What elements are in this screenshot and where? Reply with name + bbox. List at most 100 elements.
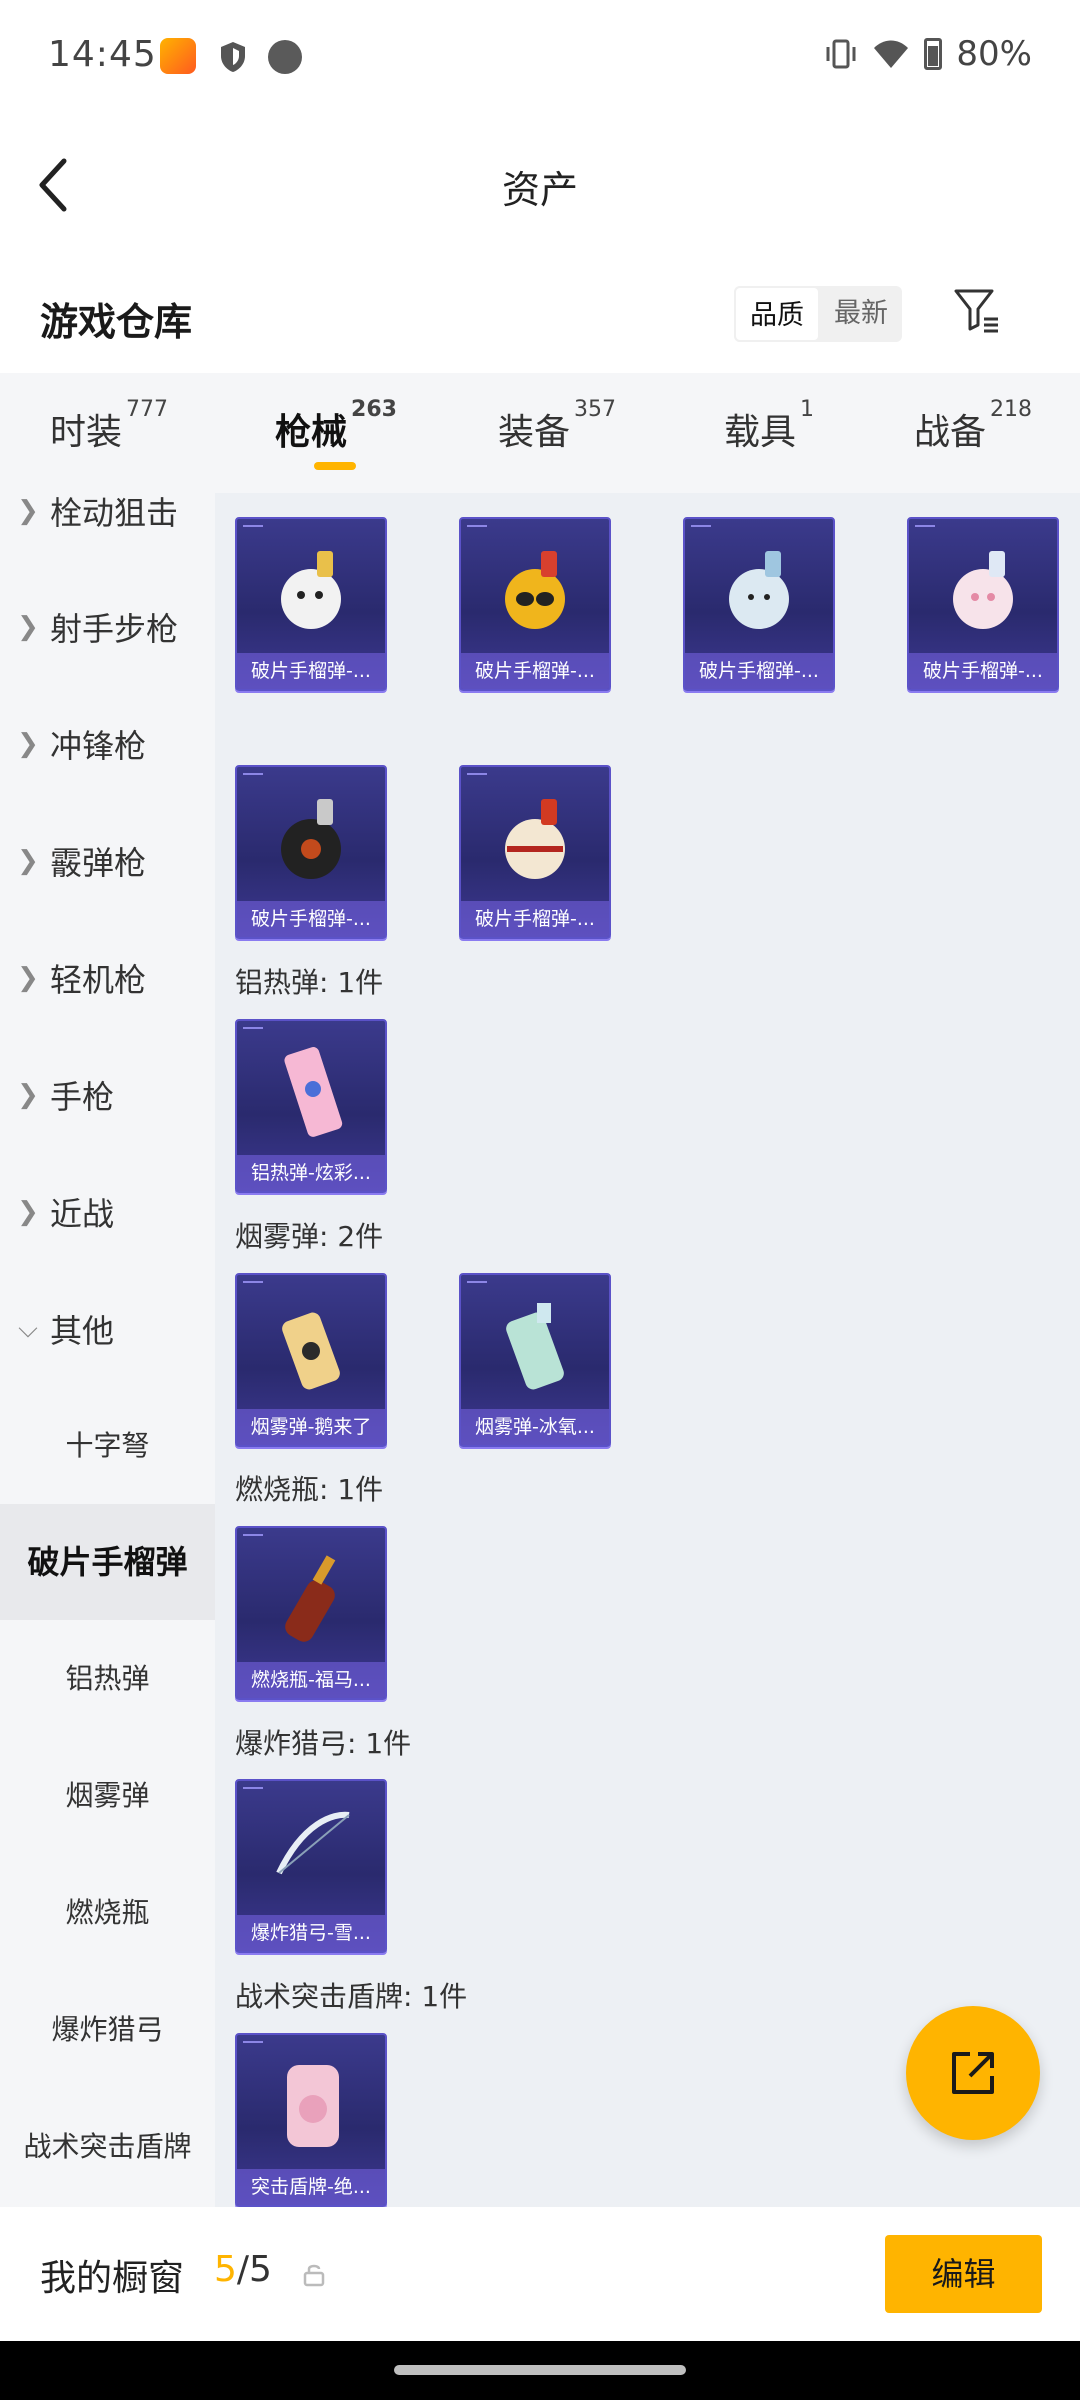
item-card[interactable]: 破片手榴弹-... [459,765,611,939]
tab-fashion[interactable]: 时装777 [50,397,168,455]
tab-label: 时装 [50,412,123,453]
chevron-right-icon: ❯ [17,963,39,993]
item-card[interactable]: 爆炸猎弓-雪... [235,1779,387,1953]
showcase-count-current: 5 [214,2249,237,2290]
card-decoration [243,1027,263,1029]
shield-skin-icon [287,2065,339,2147]
sidebar-subitem-thermite[interactable]: 铝热弹 [0,1621,215,1737]
sidebar-subitem-explosive-bow[interactable]: 爆炸猎弓 [0,1972,215,2088]
group-title: 铝热弹: 1件 [235,966,384,999]
item-card[interactable]: 烟雾弹-鹅来了 [235,1273,387,1447]
chevron-down-icon: ⌵ [18,1313,38,1344]
tab-label: 战备 [914,412,987,453]
vibrate-icon [826,39,856,69]
tab-combat-supplies[interactable]: 战备218 [914,397,1032,455]
sidebar-subitem-molotov[interactable]: 燃烧瓶 [0,1855,215,1971]
item-name: 突击盾牌-绝... [237,2169,385,2205]
sidebar-item-marksman-rifle[interactable]: ❯ 射手步枪 [0,569,215,685]
grenade-skin-icon [505,799,565,879]
group-title: 烟雾弹: 2件 [235,1220,384,1253]
sidebar-subitem-frag-grenade[interactable]: 破片手榴弹 [0,1504,215,1620]
sidebar-item-label: 霰弹枪 [50,844,147,882]
tab-label: 载具 [724,412,797,453]
external-link-icon [952,2052,994,2094]
sidebar-item-shotgun[interactable]: ❯ 霰弹枪 [0,803,215,919]
card-decoration [243,773,263,775]
sort-option-quality[interactable]: 品质 [734,286,820,342]
item-card[interactable]: 破片手榴弹-... [459,517,611,691]
home-gesture-handle[interactable] [394,2365,686,2375]
smoke-grenade-skin-icon [282,1312,340,1390]
item-card[interactable]: 铝热弹-炫彩... [235,1019,387,1193]
sidebar-item-label: 栓动狙击 [50,494,179,532]
group-title: 燃烧瓶: 1件 [235,1473,384,1506]
section-header: 游戏仓库 品质 最新 [0,255,1080,373]
sidebar-item-pistol[interactable]: ❯ 手枪 [0,1037,215,1153]
tab-label: 装备 [498,412,571,453]
sidebar-item-smg[interactable]: ❯ 冲锋枪 [0,686,215,802]
tab-count: 263 [351,397,397,422]
category-tabs: 时装777 枪械263 装备357 载具1 战备218 [0,373,1080,493]
item-card[interactable]: 破片手榴弹-... [235,765,387,939]
tab-equipment[interactable]: 装备357 [498,397,616,455]
system-nav-bar [0,2341,1080,2400]
card-decoration [467,525,487,527]
edit-button[interactable]: 编辑 [885,2235,1042,2313]
sidebar-subitem-crossbow[interactable]: 十字弩 [0,1388,215,1504]
sidebar-subitem-assault-shield[interactable]: 战术突击盾牌 [0,2089,215,2205]
card-decoration [691,525,711,527]
item-card[interactable]: 破片手榴弹-... [235,517,387,691]
card-decoration [467,773,487,775]
item-name: 破片手榴弹-... [461,653,609,689]
chevron-right-icon: ❯ [17,846,39,876]
sidebar-item-label: 近战 [50,1195,115,1233]
showcase-count-total: 5 [249,2249,272,2290]
tab-firearms[interactable]: 枪械263 [275,397,397,455]
showcase-label: 我的橱窗 [40,2258,185,2299]
sidebar-item-other[interactable]: ⌵ 其他 [0,1271,215,1387]
grenade-skin-icon [281,551,341,629]
sidebar-item-label: 冲锋枪 [50,727,147,765]
sidebar-item-lmg[interactable]: ❯ 轻机枪 [0,920,215,1036]
item-name: 烟雾弹-冰氧... [461,1409,609,1445]
active-tab-indicator [314,462,356,470]
bow-skin-icon [276,1811,350,1875]
battery-icon [924,38,943,70]
filter-icon[interactable] [952,285,1002,335]
item-card[interactable]: 破片手榴弹-... [907,517,1059,691]
item-card[interactable]: 烟雾弹-冰氧... [459,1273,611,1447]
card-decoration [243,2041,263,2043]
showcase-bar: 我的橱窗 5/5 编辑 [0,2207,1080,2341]
card-decoration [243,1787,263,1789]
sidebar-subitem-smoke[interactable]: 烟雾弹 [0,1738,215,1854]
item-name: 烟雾弹-鹅来了 [237,1409,385,1445]
item-name: 爆炸猎弓-雪... [237,1915,385,1951]
item-card[interactable]: 突击盾牌-绝... [235,2033,387,2207]
item-card[interactable]: 破片手榴弹-... [683,517,835,691]
grenade-skin-icon [281,799,341,879]
sidebar-item-label: 手枪 [50,1078,115,1116]
card-decoration [243,1281,263,1283]
tab-count: 357 [574,397,617,422]
sidebar-item-melee[interactable]: ❯ 近战 [0,1154,215,1270]
item-name: 破片手榴弹-... [685,653,833,689]
tab-count: 1 [800,397,815,422]
tab-count: 777 [126,397,169,422]
group-title: 爆炸猎弓: 1件 [235,1727,412,1760]
chevron-right-icon: ❯ [17,729,39,759]
item-card[interactable]: 燃烧瓶-福马... [235,1526,387,1700]
sort-toggle: 品质 最新 [734,286,902,342]
app-notification-icon [160,38,196,74]
share-fab-button[interactable] [906,2006,1040,2140]
item-name: 破片手榴弹-... [909,653,1057,689]
card-decoration [915,525,935,527]
sort-option-newest[interactable]: 最新 [820,286,902,342]
sidebar-item-bolt-sniper[interactable]: ❯ 栓动狙击 [0,493,215,569]
page-title: 资产 [501,168,578,212]
tab-vehicles[interactable]: 载具1 [724,397,814,455]
chevron-right-icon: ❯ [17,1080,39,1110]
status-time: 14:45 [48,34,157,75]
sidebar-item-label: 其他 [50,1312,115,1350]
showcase-count: 5/5 [214,2249,272,2290]
tab-count: 218 [990,397,1033,422]
